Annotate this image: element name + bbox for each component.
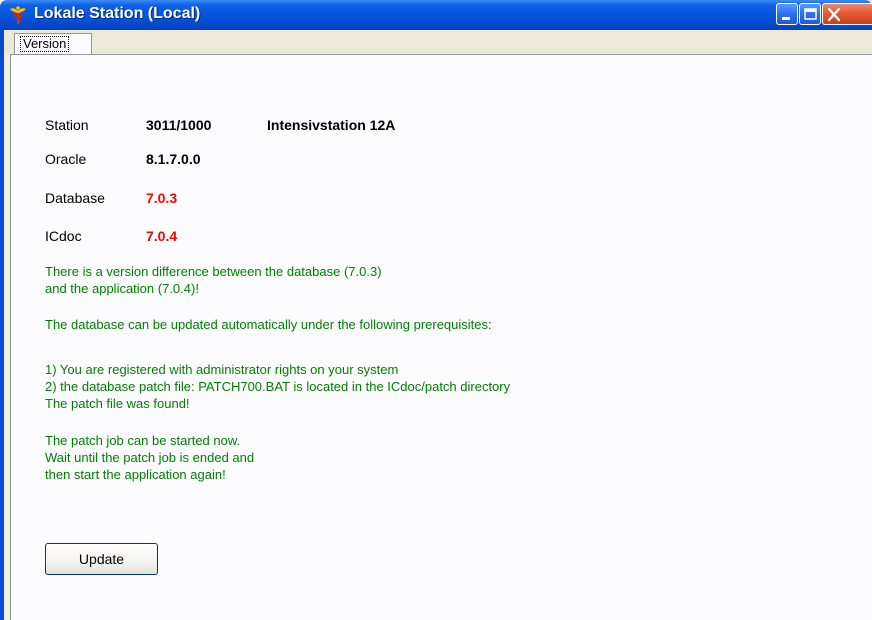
version-panel: Station 3011/1000 Intensivstation 12A Or… <box>10 54 872 620</box>
patch-found-message: The patch file was found! <box>45 396 190 411</box>
oracle-label: Oracle <box>45 151 87 167</box>
update-button[interactable]: Update <box>45 543 158 575</box>
window-title: Lokale Station (Local) <box>34 5 201 22</box>
station-name: Intensivstation 12A <box>267 117 396 133</box>
prerequisite-2: 2) the database patch file: PATCH700.BAT… <box>45 379 511 394</box>
close-icon <box>827 7 841 22</box>
oracle-version: 8.1.7.0.0 <box>146 151 201 167</box>
station-number: 3011/1000 <box>146 117 212 133</box>
tab-version[interactable]: Version <box>14 33 92 54</box>
station-label: Station <box>45 117 89 133</box>
database-label: Database <box>45 190 105 206</box>
patch-start-line3: then start the application again! <box>45 467 226 482</box>
window-frame-left <box>0 30 4 620</box>
title-bar[interactable]: Lokale Station (Local) <box>0 0 872 30</box>
main-window: Lokale Station (Local) Version Station 3… <box>0 0 872 620</box>
caduceus-icon <box>9 6 27 24</box>
tab-version-label: Version <box>20 36 70 52</box>
version-diff-line1: There is a version difference between th… <box>45 264 382 279</box>
version-diff-line2: and the application (7.0.4)! <box>45 281 199 296</box>
close-button[interactable] <box>822 3 872 25</box>
patch-start-line1: The patch job can be started now. <box>45 433 241 448</box>
prerequisite-1: 1) You are registered with administrator… <box>45 362 399 377</box>
maximize-button[interactable] <box>799 3 821 25</box>
prerequisites-intro: The database can be updated automaticall… <box>45 317 492 332</box>
minimize-icon <box>782 17 790 20</box>
patch-start-line2: Wait until the patch job is ended and <box>45 450 255 465</box>
tab-strip: Version <box>4 30 872 54</box>
icdoc-version: 7.0.4 <box>146 228 178 244</box>
icdoc-label: ICdoc <box>45 228 82 244</box>
maximize-icon <box>804 8 817 20</box>
minimize-button[interactable] <box>776 3 798 25</box>
database-version: 7.0.3 <box>146 190 178 206</box>
